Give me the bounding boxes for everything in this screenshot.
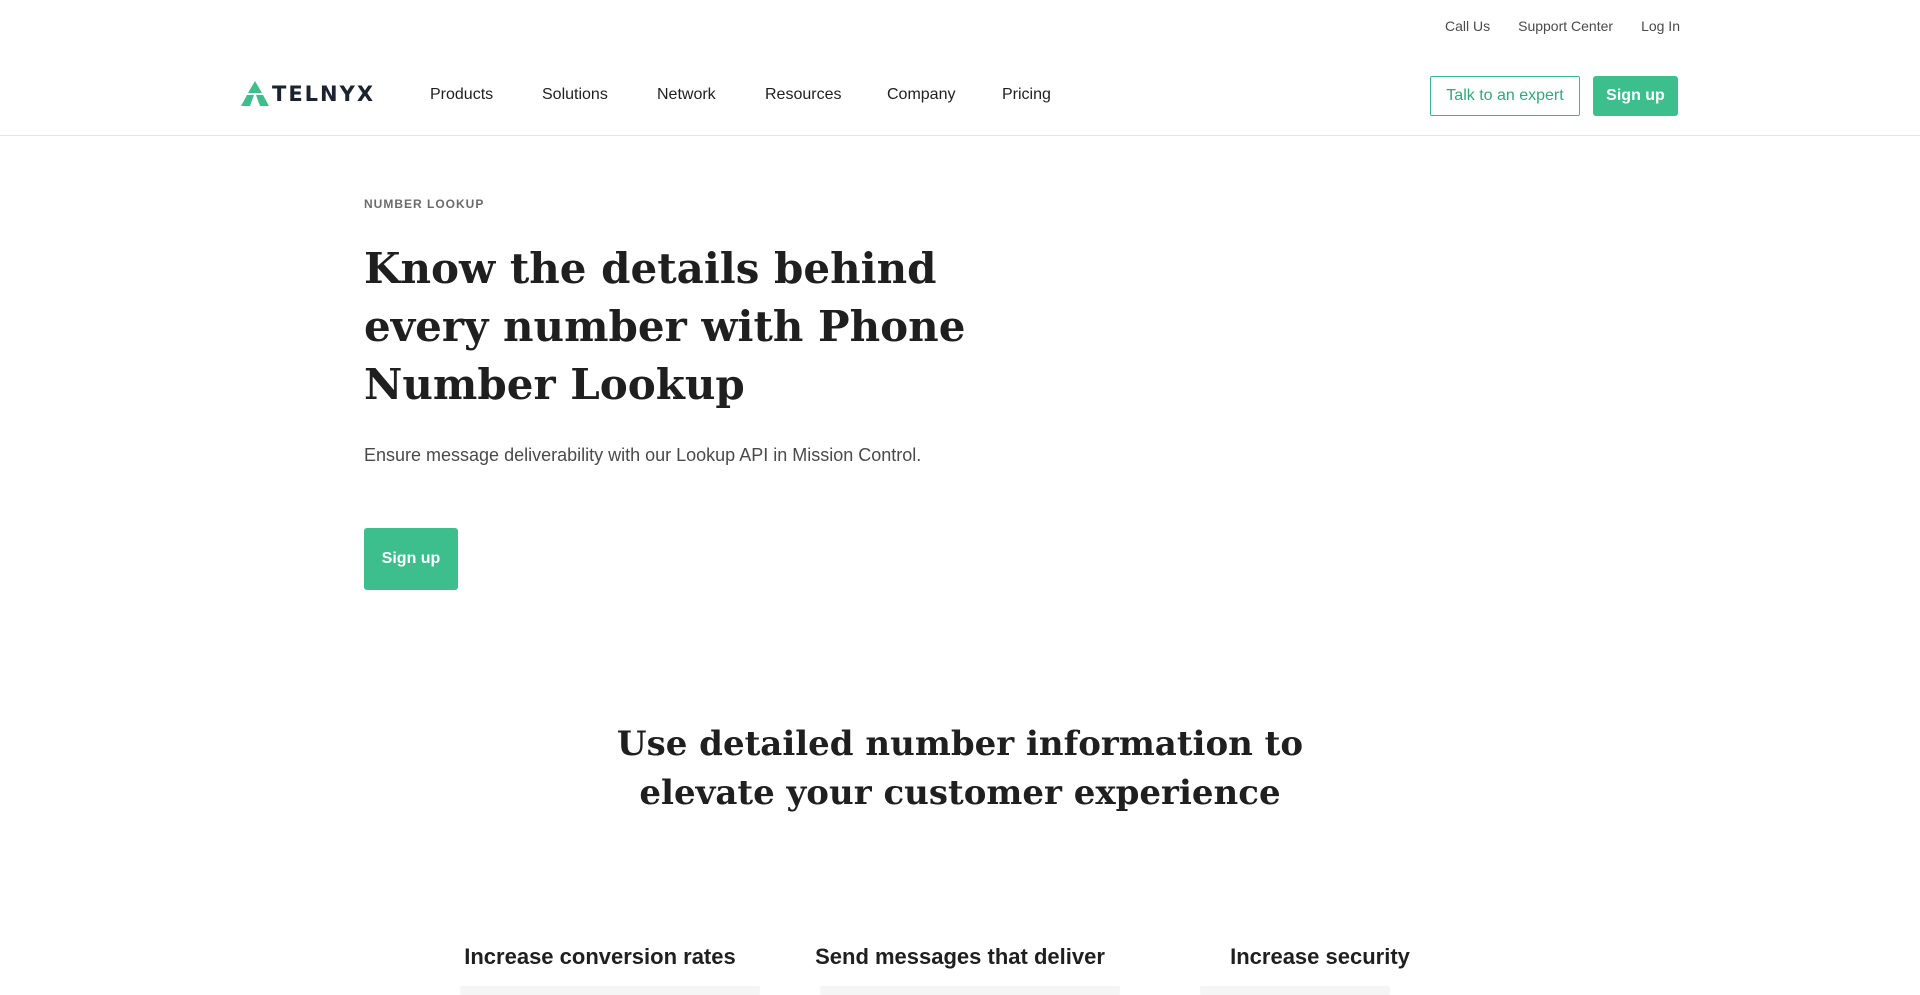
- nav-item-company[interactable]: Company: [887, 86, 1002, 104]
- primary-nav: Products Solutions Network Resources Com…: [430, 86, 1082, 104]
- talk-to-expert-button[interactable]: Talk to an expert: [1430, 76, 1580, 116]
- feature-description-cutoff: [820, 986, 1120, 995]
- utility-nav: Call Us Support Center Log In: [1445, 18, 1680, 34]
- nav-item-network[interactable]: Network: [657, 86, 765, 104]
- feature-title-deliverability: Send messages that deliver: [815, 944, 1105, 969]
- feature-description-cutoff: [1200, 986, 1390, 995]
- nav-item-solutions[interactable]: Solutions: [542, 86, 657, 104]
- feature-title-conversion: Increase conversion rates: [464, 944, 736, 969]
- header-sign-up-button[interactable]: Sign up: [1593, 76, 1678, 116]
- hero-eyebrow: NUMBER LOOKUP: [364, 197, 485, 211]
- telnyx-logo[interactable]: TELNYX: [240, 80, 375, 108]
- nav-item-resources[interactable]: Resources: [765, 86, 887, 104]
- telnyx-triangle-logo-icon: [241, 81, 269, 106]
- hero-sign-up-button[interactable]: Sign up: [364, 528, 458, 590]
- main-navbar: TELNYX Products Solutions Network Resour…: [0, 60, 1920, 136]
- hero-subtitle: Ensure message deliverability with our L…: [364, 445, 922, 465]
- nav-item-pricing[interactable]: Pricing: [1002, 86, 1082, 104]
- section-title: Use detailed number information to eleva…: [616, 724, 1304, 813]
- hero-title: Know the details behind every number wit…: [364, 244, 966, 409]
- nav-item-products[interactable]: Products: [430, 86, 542, 104]
- log-in-link[interactable]: Log In: [1641, 18, 1680, 34]
- feature-description-cutoff: [460, 986, 760, 995]
- brand-name: TELNYX: [272, 82, 376, 106]
- feature-title-security: Increase security: [1230, 944, 1410, 969]
- call-us-link[interactable]: Call Us: [1445, 18, 1490, 34]
- support-center-link[interactable]: Support Center: [1518, 18, 1613, 34]
